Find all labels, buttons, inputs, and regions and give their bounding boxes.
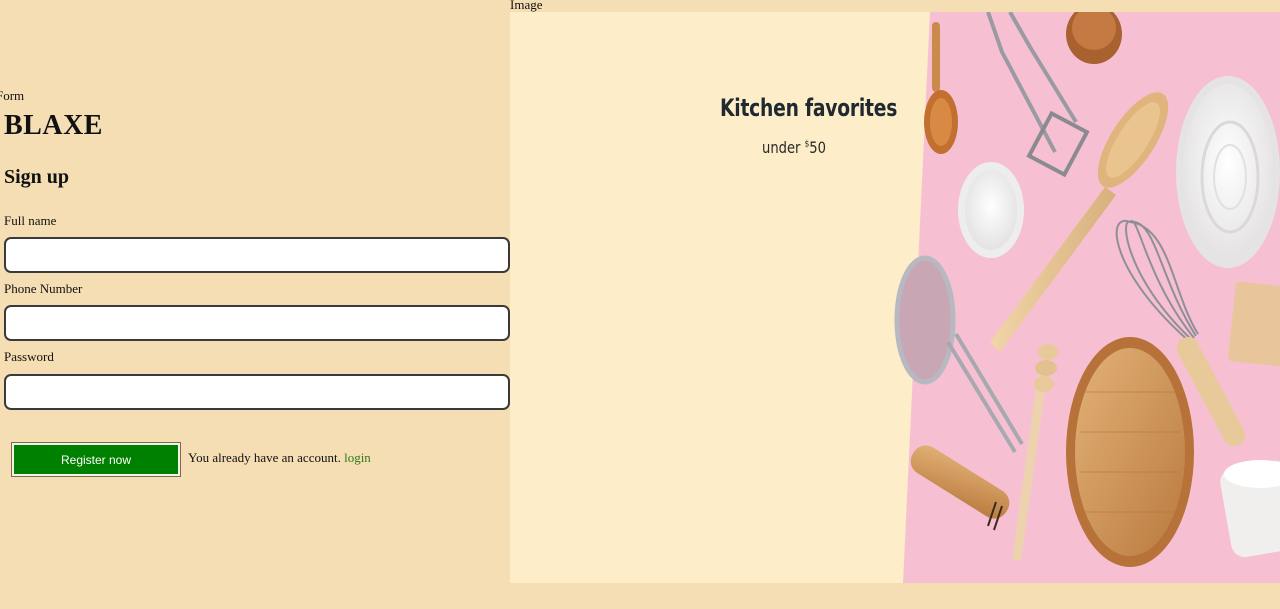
signup-heading: Sign up bbox=[4, 166, 70, 188]
brand-title: BLAXE bbox=[4, 110, 103, 141]
full-name-label: Full name bbox=[4, 213, 57, 228]
round-cutting-board bbox=[1066, 337, 1194, 567]
wooden-spatula bbox=[1228, 281, 1280, 367]
phone-number-label: Phone Number bbox=[4, 281, 83, 296]
small-white-bowl bbox=[958, 162, 1024, 258]
signup-form: Form BLAXE Sign up Full name Phone Numbe… bbox=[0, 0, 510, 609]
login-prompt-text: You already have an account. bbox=[188, 450, 341, 465]
password-input[interactable] bbox=[4, 374, 510, 410]
register-button[interactable]: Register now bbox=[11, 442, 181, 477]
phone-number-input[interactable] bbox=[4, 305, 510, 341]
login-link[interactable]: login bbox=[344, 450, 371, 465]
password-label: Password bbox=[4, 349, 54, 364]
login-prompt: You already have an account. login bbox=[188, 450, 371, 466]
form-caption: Form bbox=[0, 88, 25, 103]
promo-image: Kitchen favorites under $50 bbox=[510, 12, 1280, 583]
full-name-input[interactable] bbox=[4, 237, 510, 273]
kitchen-utensils-photo bbox=[894, 12, 1280, 583]
signup-page: Form BLAXE Sign up Full name Phone Numbe… bbox=[0, 0, 1280, 609]
white-plate bbox=[1176, 76, 1280, 268]
